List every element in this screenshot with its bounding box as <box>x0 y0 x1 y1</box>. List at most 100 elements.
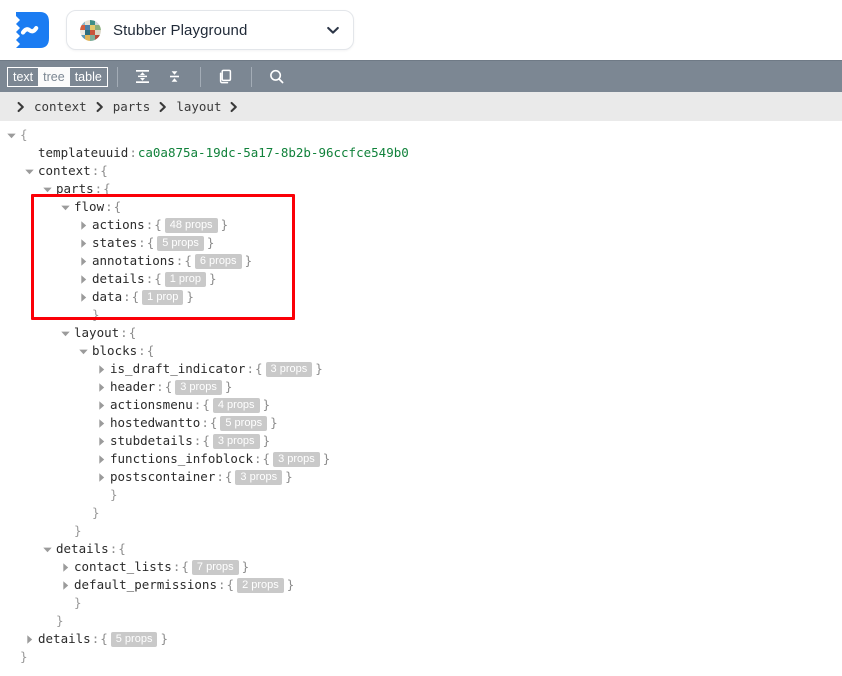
view-mode-switch[interactable]: text tree table <box>7 66 108 87</box>
tree-brace: { <box>146 235 155 250</box>
mode-button-tree[interactable]: tree <box>38 67 70 86</box>
collapse-all-button[interactable] <box>162 66 188 88</box>
twisty-collapsed-icon[interactable] <box>58 560 72 574</box>
tree-row[interactable]: actions:{48 props} <box>0 216 842 234</box>
app-logo-icon[interactable] <box>10 9 52 51</box>
tree-brace: { <box>154 271 162 286</box>
props-count-badge: 48 props <box>164 217 218 233</box>
tree-row[interactable]: flow:{ <box>0 198 842 216</box>
tree-row[interactable]: } <box>0 504 842 522</box>
breadcrumb-item-layout[interactable]: layout <box>176 99 221 114</box>
tree-brace: } <box>262 433 271 448</box>
tree-row[interactable]: stubdetails:{3 props} <box>0 432 842 450</box>
twisty-collapsed-icon[interactable] <box>76 290 90 304</box>
tree-key: default_permissions <box>74 577 217 592</box>
expand-all-button[interactable] <box>130 66 156 88</box>
twisty-expanded-icon[interactable] <box>76 344 90 358</box>
tree-row[interactable]: hostedwantto:{5 props} <box>0 414 842 432</box>
tree-brace: { <box>128 325 137 340</box>
tree-row[interactable]: layout:{ <box>0 324 842 342</box>
mode-button-table[interactable]: table <box>70 68 107 86</box>
tree-row[interactable]: is_draft_indicator:{3 props} <box>0 360 842 378</box>
tree-row[interactable]: } <box>0 594 842 612</box>
tree-brace: { <box>146 343 155 358</box>
props-count-badge: 1 prop <box>142 289 184 305</box>
twisty-collapsed-icon[interactable] <box>22 632 36 646</box>
tree-row[interactable]: details:{ <box>0 540 842 558</box>
tree-row[interactable]: details:{1 prop} <box>0 270 842 288</box>
tree-key: context <box>38 163 91 178</box>
twisty-expanded-icon[interactable] <box>58 200 72 214</box>
tree-colon: : <box>123 289 131 304</box>
twisty-collapsed-icon[interactable] <box>94 470 108 484</box>
tree-row[interactable]: } <box>0 612 842 630</box>
tree-row[interactable]: } <box>0 306 842 324</box>
twisty-collapsed-icon[interactable] <box>94 416 108 430</box>
viewer-toolbar: text tree table <box>0 60 842 92</box>
tree-row[interactable]: data:{1 prop} <box>0 288 842 306</box>
tree-brace: { <box>224 469 233 484</box>
twisty-expanded-icon[interactable] <box>58 326 72 340</box>
tree-key: details <box>92 271 145 286</box>
tree-row[interactable]: contact_lists:{7 props} <box>0 558 842 576</box>
tree-key: stubdetails <box>110 433 193 448</box>
twisty-expanded-icon[interactable] <box>40 542 54 556</box>
tree-row[interactable]: postscontainer:{3 props} <box>0 468 842 486</box>
twisty-collapsed-icon[interactable] <box>76 254 90 268</box>
twisty-collapsed-icon[interactable] <box>94 362 108 376</box>
props-count-badge: 3 props <box>175 379 222 395</box>
tree-row[interactable]: states:{5 props} <box>0 234 842 252</box>
tree-key: contact_lists <box>74 559 172 574</box>
copy-button[interactable] <box>213 66 239 88</box>
tree-brace: { <box>20 127 28 142</box>
tree-row[interactable]: } <box>0 648 842 666</box>
tree-row[interactable]: header:{3 props} <box>0 378 842 396</box>
props-count-badge: 5 props <box>220 415 268 431</box>
tree-row[interactable]: actionsmenu:{4 props} <box>0 396 842 414</box>
twisty-expanded-icon[interactable] <box>4 128 18 142</box>
twisty-placeholder <box>58 596 72 610</box>
breadcrumb-item-context[interactable]: context <box>34 99 87 114</box>
breadcrumb-item-parts[interactable]: parts <box>113 99 151 114</box>
tree-row[interactable]: blocks:{ <box>0 342 842 360</box>
tree-colon: : <box>105 199 113 214</box>
tree-row[interactable]: templateuuid: ca0a875a-19dc-5a17-8b2b-96c… <box>0 144 842 162</box>
tree-row[interactable]: annotations:{6 props} <box>0 252 842 270</box>
tree-row[interactable]: context:{ <box>0 162 842 180</box>
tree-row[interactable]: } <box>0 486 842 504</box>
twisty-expanded-icon[interactable] <box>22 164 36 178</box>
json-tree[interactable]: { templateuuid: ca0a875a-19dc-5a17-8b2b-96… <box>0 121 842 676</box>
tree-colon: : <box>94 181 103 196</box>
twisty-collapsed-icon[interactable] <box>76 272 90 286</box>
tree-brace: } <box>74 523 82 538</box>
tree-row[interactable]: functions_infoblock:{3 props} <box>0 450 842 468</box>
tree-row[interactable]: { <box>0 126 842 144</box>
twisty-collapsed-icon[interactable] <box>76 236 90 250</box>
props-count-badge: 6 props <box>194 253 242 269</box>
collapse-all-icon <box>170 71 180 82</box>
chevron-down-icon[interactable] <box>325 22 341 38</box>
tree-brace: { <box>154 217 162 232</box>
tree-brace: } <box>20 649 28 664</box>
mode-button-text[interactable]: text <box>8 68 38 86</box>
twisty-collapsed-icon[interactable] <box>94 380 108 394</box>
tree-row[interactable]: } <box>0 522 842 540</box>
tree-row[interactable]: parts:{ <box>0 180 842 198</box>
twisty-collapsed-icon[interactable] <box>94 398 108 412</box>
twisty-collapsed-icon[interactable] <box>94 434 108 448</box>
project-switcher[interactable]: Stubber Playground <box>66 10 354 50</box>
search-icon <box>270 69 284 84</box>
tree-brace: { <box>113 199 122 214</box>
search-button[interactable] <box>264 66 290 88</box>
tree-row[interactable]: default_permissions:{2 props} <box>0 576 842 594</box>
twisty-placeholder <box>94 488 108 502</box>
tree-key: postscontainer <box>110 469 216 484</box>
twisty-expanded-icon[interactable] <box>40 182 54 196</box>
tree-key: actionsmenu <box>110 397 193 412</box>
twisty-collapsed-icon[interactable] <box>76 218 90 232</box>
twisty-collapsed-icon[interactable] <box>58 578 72 592</box>
tree-row[interactable]: details:{5 props} <box>0 630 842 648</box>
tree-key: annotations <box>92 253 175 268</box>
twisty-collapsed-icon[interactable] <box>94 452 108 466</box>
copy-icon <box>220 69 232 84</box>
